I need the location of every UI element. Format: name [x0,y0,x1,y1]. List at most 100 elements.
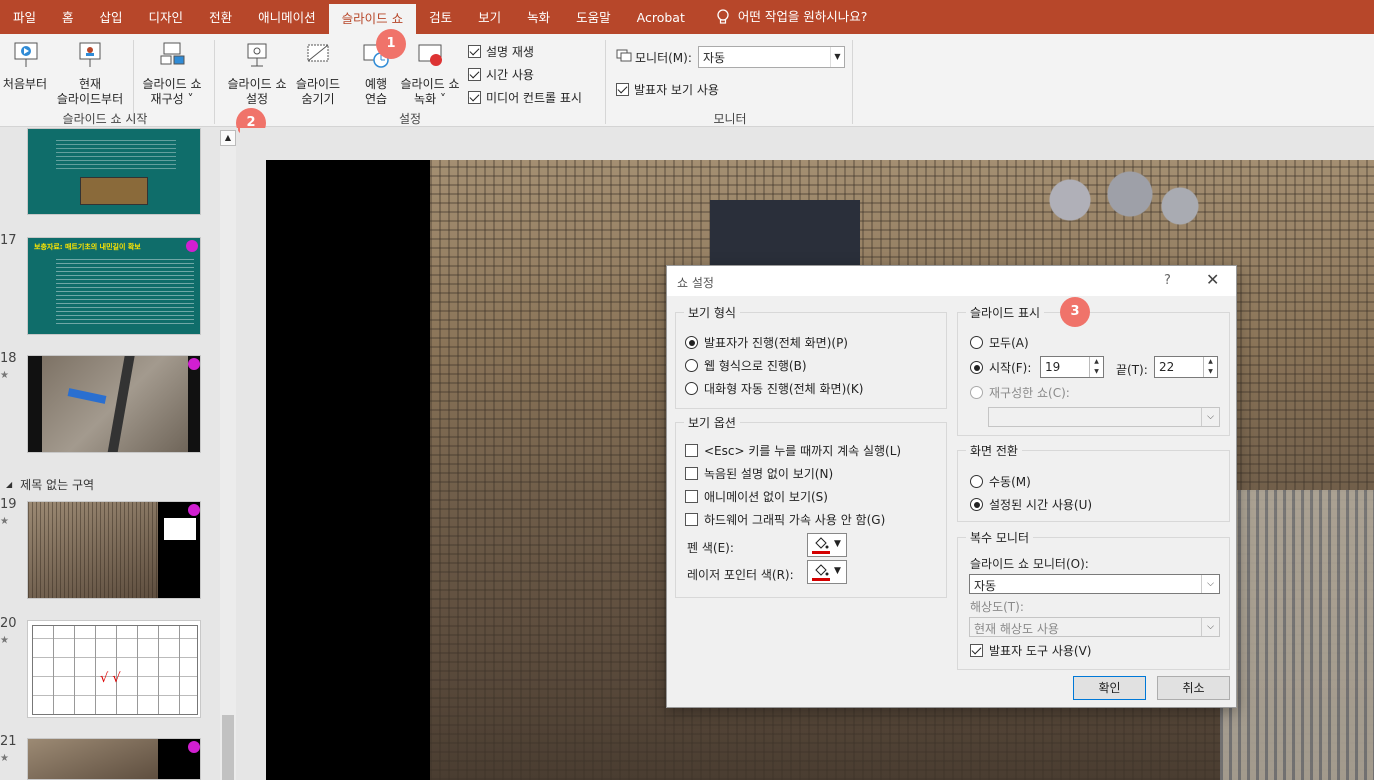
show-slides-legend: 슬라이드 표시 [966,304,1045,321]
slide-thumbnail[interactable] [27,128,201,215]
spinner-buttons[interactable]: ▲ ▼ [1089,357,1103,377]
checkbox-unchecked [685,467,698,480]
show-media-controls-checkbox[interactable]: 미디어 컨트롤 표시 [468,89,582,106]
setup-slide-show-button[interactable]: 슬라이드 쇼 설정 [222,40,292,107]
spin-up-icon[interactable]: ▲ [1090,357,1103,367]
show-slides-group: 슬라이드 표시 모두(A) 시작(F): 19 ▲ ▼ 끝(T): 22 ▲ ▼ 재… [957,304,1230,436]
show-type-legend: 보기 형식 [684,304,740,321]
transition-star-icon: ★ [0,370,9,381]
presenter-tools-checkbox[interactable]: 발표자 도구 사용(V) [970,642,1091,659]
slide-show-monitor-select[interactable]: 자동 ⌵ [969,574,1220,594]
play-from-start-icon [14,42,38,67]
from-slide-radio[interactable]: 시작(F): [970,359,1031,376]
close-icon[interactable]: ✕ [1206,270,1219,289]
laser-color-swatch [812,578,830,581]
show-without-narration-checkbox[interactable]: 녹음된 설명 없이 보기(N) [685,465,833,482]
slide-number: 21 [0,734,17,749]
from-current-slide-button[interactable]: 현재 슬라이드부터 [52,40,128,107]
slide-thumbnail[interactable] [27,738,201,780]
tab-animations[interactable]: 애니메이션 [245,0,329,34]
scroll-up-arrow-icon[interactable]: ▲ [220,130,236,146]
setup-show-dialog: 쇼 설정 ? ✕ 보기 형식 발표자가 진행(전체 화면)(P) 웹 형식으로 … [666,265,1237,708]
slide-thumbnail[interactable]: 보충자료: 매트기초의 내민길이 확보 [27,237,201,335]
to-slide-value: 22 [1159,360,1175,374]
setup-label-1: 슬라이드 쇼 [227,77,287,91]
tab-help[interactable]: 도움말 [563,0,624,34]
tab-review[interactable]: 검토 [416,0,465,34]
record-slide-show-button[interactable]: 슬라이드 쇼 녹화 ˅ [396,40,464,107]
custom-show-button[interactable]: 슬라이드 쇼 재구성 ˅ [136,40,208,107]
resolution-select[interactable]: 현재 해상도 사용 ⌵ [969,617,1220,637]
spin-down-icon[interactable]: ▼ [1204,367,1217,377]
use-timings-radio[interactable]: 설정된 시간 사용(U) [970,496,1092,513]
browsed-at-kiosk-radio[interactable]: 대화형 자동 진행(전체 화면)(K) [685,380,863,397]
play-narrations-label: 설명 재생 [486,45,534,59]
tab-home[interactable]: 홈 [49,0,87,34]
from-beginning-button[interactable]: 처음부터 [0,40,50,92]
hide-label-2: 숨기기 [301,92,335,106]
setup-show-icon [247,43,267,67]
monitor-select[interactable]: 자동 ▼ [698,46,845,68]
slide-thumbnail[interactable] [27,501,201,599]
tab-design[interactable]: 디자인 [136,0,197,34]
tab-slide-show[interactable]: 슬라이드 쇼 [328,4,417,34]
custom-show-radio[interactable]: 재구성한 쇼(C): [970,384,1070,401]
section-header[interactable]: ◢ 제목 없는 구역 [6,476,94,493]
loop-until-esc-checkbox[interactable]: <Esc> 키를 누를 때까지 계속 실행(L) [685,442,901,459]
from-slide-spinner[interactable]: 19 ▲ ▼ [1040,356,1104,378]
laser-color-picker[interactable]: ▼ [807,560,847,584]
dialog-title: 쇼 설정 [677,276,714,290]
custom-show-select[interactable]: ⌵ [988,407,1220,427]
ok-button[interactable]: 확인 [1073,676,1146,700]
resolution-label: 해상도(T): [970,600,1024,614]
tab-record[interactable]: 녹화 [514,0,563,34]
tab-acrobat[interactable]: Acrobat [624,0,698,34]
use-timings-checkbox[interactable]: 시간 사용 [468,66,534,83]
tab-view[interactable]: 보기 [465,0,514,34]
slide-number: 17 [0,233,17,248]
checkbox-label: 녹음된 설명 없이 보기(N) [704,467,834,481]
all-slides-radio[interactable]: 모두(A) [970,334,1029,351]
spinner-buttons[interactable]: ▲ ▼ [1203,357,1217,377]
checkbox-unchecked [685,513,698,526]
monitor-label: 모니터(M): [635,51,692,65]
hide-slide-button[interactable]: 슬라이드 숨기기 [290,40,346,107]
cancel-button[interactable]: 취소 [1157,676,1230,700]
rehearse-label-2: 연습 [364,92,388,106]
custom-show-label-1: 슬라이드 쇼 [142,77,202,91]
thumbnail-badge [188,358,200,370]
presented-by-speaker-radio[interactable]: 발표자가 진행(전체 화면)(P) [685,334,848,351]
chevron-down-icon: ⌵ [1201,575,1219,593]
browsed-by-individual-radio[interactable]: 웹 형식으로 진행(B) [685,357,807,374]
thumbnail-text-lines [56,139,176,169]
pen-color-picker[interactable]: ▼ [807,533,847,557]
spin-down-icon[interactable]: ▼ [1090,367,1103,377]
tab-insert[interactable]: 삽입 [87,0,136,34]
tab-file[interactable]: 파일 [0,0,49,34]
checkbox-label: 애니메이션 없이 보기(S) [704,490,828,504]
slide-thumbnail[interactable]: √ √ [27,620,201,718]
transition-star-icon: ★ [0,753,9,764]
play-narrations-checkbox[interactable]: 설명 재생 [468,43,534,60]
thumbnail-photo [28,739,158,779]
slide-thumbnail[interactable] [27,355,201,453]
help-icon[interactable]: ? [1164,273,1171,288]
radio-label: 시작(F): [989,361,1032,375]
presenter-view-checkbox[interactable]: 발표자 보기 사용 [616,81,719,98]
tell-me-box[interactable]: 어떤 작업을 원하시나요? [698,0,881,34]
slide-number: 20 [0,616,17,631]
lightbulb-icon [717,9,729,24]
scrollbar-thumb[interactable] [222,715,234,780]
checkbox-label: <Esc> 키를 누를 때까지 계속 실행(L) [704,444,902,458]
manual-advance-radio[interactable]: 수동(M) [970,473,1031,490]
thumbnail-scrollbar[interactable]: ▲ [220,130,236,780]
tab-transitions[interactable]: 전환 [196,0,245,34]
radio-unselected [685,382,698,395]
to-slide-spinner[interactable]: 22 ▲ ▼ [1154,356,1218,378]
ribbon-divider [605,40,606,124]
radio-label: 재구성한 쇼(C): [989,386,1070,400]
disable-hardware-acceleration-checkbox[interactable]: 하드웨어 그래픽 가속 사용 안 함(G) [685,511,885,528]
setup-label-2: 설정 [245,92,269,106]
show-without-animation-checkbox[interactable]: 애니메이션 없이 보기(S) [685,488,828,505]
spin-up-icon[interactable]: ▲ [1204,357,1217,367]
